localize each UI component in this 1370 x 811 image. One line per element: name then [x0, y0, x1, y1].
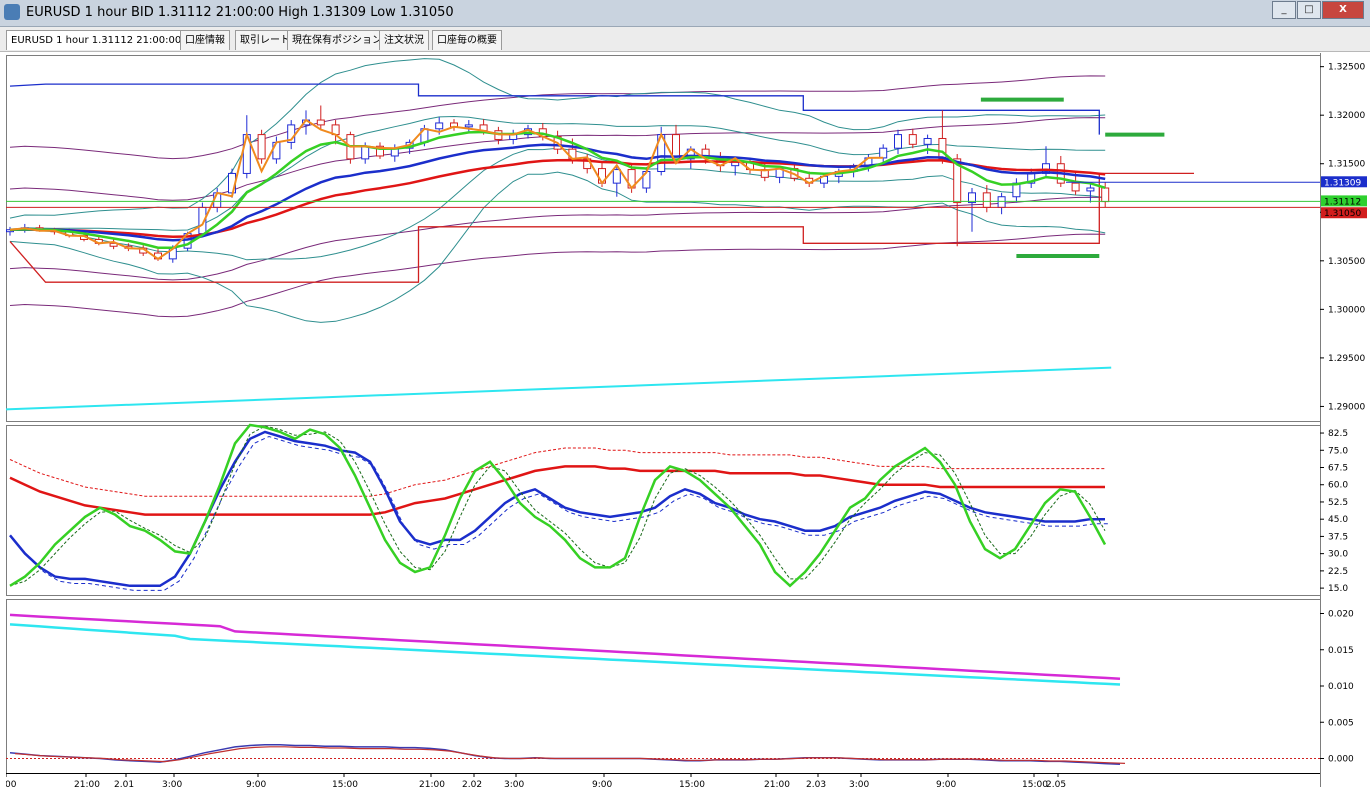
candle-body [997, 196, 1006, 208]
price-tick-label: 1.31500 [1328, 160, 1365, 170]
minimize-button[interactable]: _ [1272, 1, 1296, 19]
candle-body [612, 169, 621, 184]
candle-body [361, 145, 370, 160]
tab-positions[interactable]: 現在保有ポジション [287, 30, 387, 50]
time-tick-label: 15:00 [1022, 780, 1048, 790]
tab-bar: EURUSD 1 hour 1.31112 21:00:00 口座情報 取引レー… [0, 27, 1370, 52]
time-tick-label: 9:00 [592, 780, 612, 790]
maximize-button[interactable]: □ [1297, 1, 1321, 19]
time-tick-label: 2.05 [1046, 780, 1066, 790]
time-tick-label: 3:00 [849, 780, 869, 790]
price-tick-label: 1.29000 [1328, 402, 1365, 412]
time-tick-label: 2.02 [462, 780, 482, 790]
stoch-tick-label: 37.5 [1328, 532, 1348, 542]
candle-body [982, 192, 991, 208]
candle-body [938, 137, 947, 160]
lower-tick-label: 0.000 [1328, 755, 1354, 765]
close-button[interactable]: X [1322, 1, 1364, 19]
candle-body [1071, 182, 1080, 192]
tab-account-summary[interactable]: 口座毎の概要 [432, 30, 502, 50]
candle-body [923, 137, 932, 145]
window-controls: _ □ X [1271, 1, 1364, 19]
stoch-tick-label: 52.5 [1328, 498, 1348, 508]
candle-body [908, 134, 917, 145]
time-tick-label: :00 [6, 780, 17, 790]
candle-body [316, 119, 325, 126]
price-tag-current: 1.31112 [1324, 197, 1361, 207]
tab-chart[interactable]: EURUSD 1 hour 1.31112 21:00:00 [6, 30, 187, 50]
chart-canvas[interactable]: 1.325001.320001.315001.310001.305001.300… [2, 53, 1370, 807]
title-bar: EURUSD 1 hour BID 1.31112 21:00:00 High … [0, 0, 1370, 27]
window-title: EURUSD 1 hour BID 1.31112 21:00:00 High … [26, 5, 454, 20]
time-tick-label: 2.03 [806, 780, 826, 790]
time-tick-label: 21:00 [74, 780, 100, 790]
candle-body [879, 147, 888, 159]
tab-rates[interactable]: 取引レート [235, 30, 295, 50]
price-tick-label: 1.32000 [1328, 111, 1365, 121]
chart-area[interactable]: 1.325001.320001.315001.310001.305001.300… [2, 53, 1370, 807]
stoch-tick-label: 60.0 [1328, 481, 1348, 491]
price-tick-label: 1.32500 [1328, 63, 1365, 73]
time-tick-label: 15:00 [679, 780, 705, 790]
candle-body [464, 124, 473, 128]
price-tag-high: 1.31309 [1324, 178, 1361, 188]
time-tick-label: 3:00 [504, 780, 524, 790]
lower-tick-label: 0.015 [1328, 646, 1354, 656]
lower-tick-label: 0.020 [1328, 610, 1354, 620]
time-tick-label: 9:00 [936, 780, 956, 790]
time-tick-label: 21:00 [764, 780, 790, 790]
time-tick-label: 3:00 [162, 780, 182, 790]
candle-body [1101, 187, 1110, 203]
stoch-tick-label: 67.5 [1328, 464, 1348, 474]
stoch-tick-label: 75.0 [1328, 446, 1348, 456]
app-icon [4, 4, 20, 20]
candle-body [1086, 187, 1095, 192]
candle-body [435, 122, 444, 130]
candle-body [257, 134, 266, 160]
stoch-tick-label: 30.0 [1328, 550, 1348, 560]
price-tag-low: 1.31050 [1324, 209, 1361, 219]
price-tick-label: 1.30000 [1328, 305, 1365, 315]
stochastic-panel [6, 425, 1321, 596]
time-tick-label: 15:00 [332, 780, 358, 790]
stoch-tick-label: 22.5 [1328, 567, 1348, 577]
price-tick-label: 1.29500 [1328, 354, 1365, 364]
stoch-tick-label: 82.5 [1328, 429, 1348, 439]
lower-tick-label: 0.010 [1328, 682, 1354, 692]
price-tick-label: 1.30500 [1328, 257, 1365, 267]
time-tick-label: 21:00 [419, 780, 445, 790]
candle-body [272, 141, 281, 160]
stoch-tick-label: 45.0 [1328, 515, 1348, 525]
price-panel [6, 55, 1321, 422]
tab-account-info[interactable]: 口座情報 [180, 30, 230, 50]
stoch-tick-label: 15.0 [1328, 584, 1348, 594]
time-tick-label: 2.01 [114, 780, 134, 790]
tab-orders[interactable]: 注文状況 [379, 30, 429, 50]
lower-tick-label: 0.005 [1328, 718, 1354, 728]
candle-body [894, 134, 902, 149]
time-tick-label: 9:00 [246, 780, 266, 790]
